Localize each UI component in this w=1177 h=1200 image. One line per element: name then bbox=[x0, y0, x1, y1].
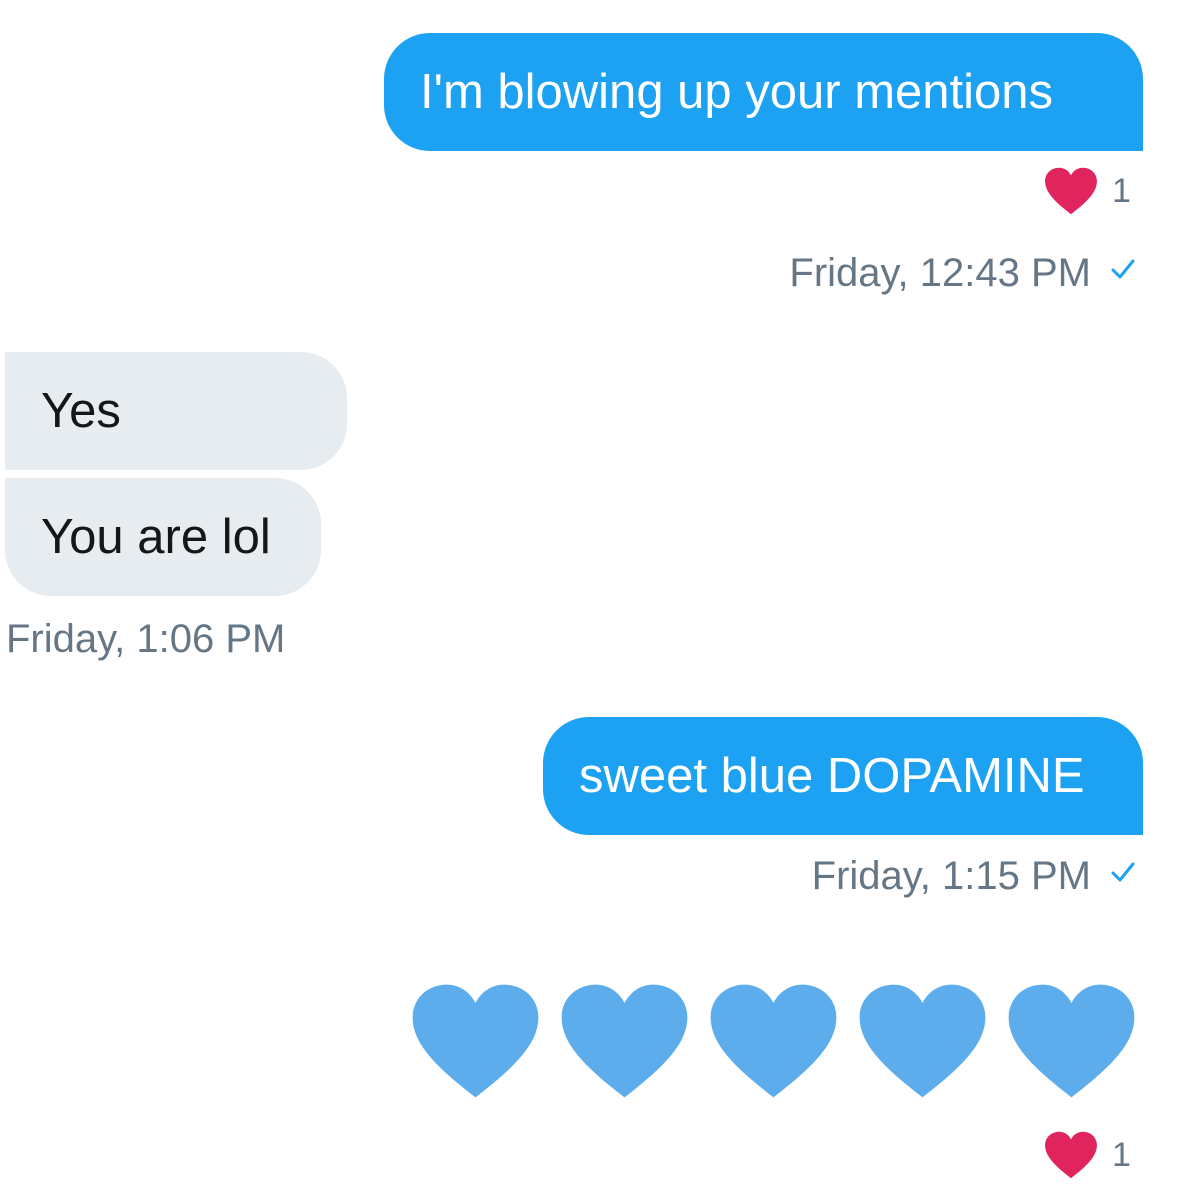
message-text: Yes bbox=[41, 383, 121, 438]
like-reaction[interactable]: 1 bbox=[1044, 1130, 1131, 1180]
sent-message-bubble[interactable]: I'm blowing up your mentions bbox=[384, 33, 1143, 151]
read-check-icon bbox=[1111, 259, 1135, 279]
message-text: sweet blue DOPAMINE bbox=[579, 748, 1085, 803]
read-check-icon bbox=[1111, 862, 1135, 882]
received-message-bubble[interactable]: You are lol bbox=[5, 478, 321, 596]
blue-heart-icon bbox=[859, 984, 986, 1098]
sent-message-bubble[interactable]: sweet blue DOPAMINE bbox=[543, 717, 1143, 835]
blue-heart-icon bbox=[561, 984, 688, 1098]
message-text: You are lol bbox=[41, 509, 271, 564]
blue-heart-icon bbox=[710, 984, 837, 1098]
message-timestamp: Friday, 1:06 PM bbox=[6, 617, 286, 661]
reaction-count: 1 bbox=[1112, 172, 1131, 210]
message-timestamp: Friday, 12:43 PM bbox=[789, 251, 1091, 295]
red-heart-icon bbox=[1045, 1131, 1097, 1179]
message-timestamp: Friday, 1:15 PM bbox=[811, 854, 1091, 898]
emoji-message[interactable] bbox=[410, 982, 1137, 1100]
received-message-bubble[interactable]: Yes bbox=[5, 352, 347, 470]
like-reaction[interactable]: 1 bbox=[1044, 166, 1131, 216]
blue-heart-icon bbox=[412, 984, 539, 1098]
red-heart-icon bbox=[1045, 167, 1097, 215]
reaction-count: 1 bbox=[1112, 1136, 1131, 1174]
blue-heart-icon bbox=[1008, 984, 1135, 1098]
message-text: I'm blowing up your mentions bbox=[420, 64, 1054, 119]
